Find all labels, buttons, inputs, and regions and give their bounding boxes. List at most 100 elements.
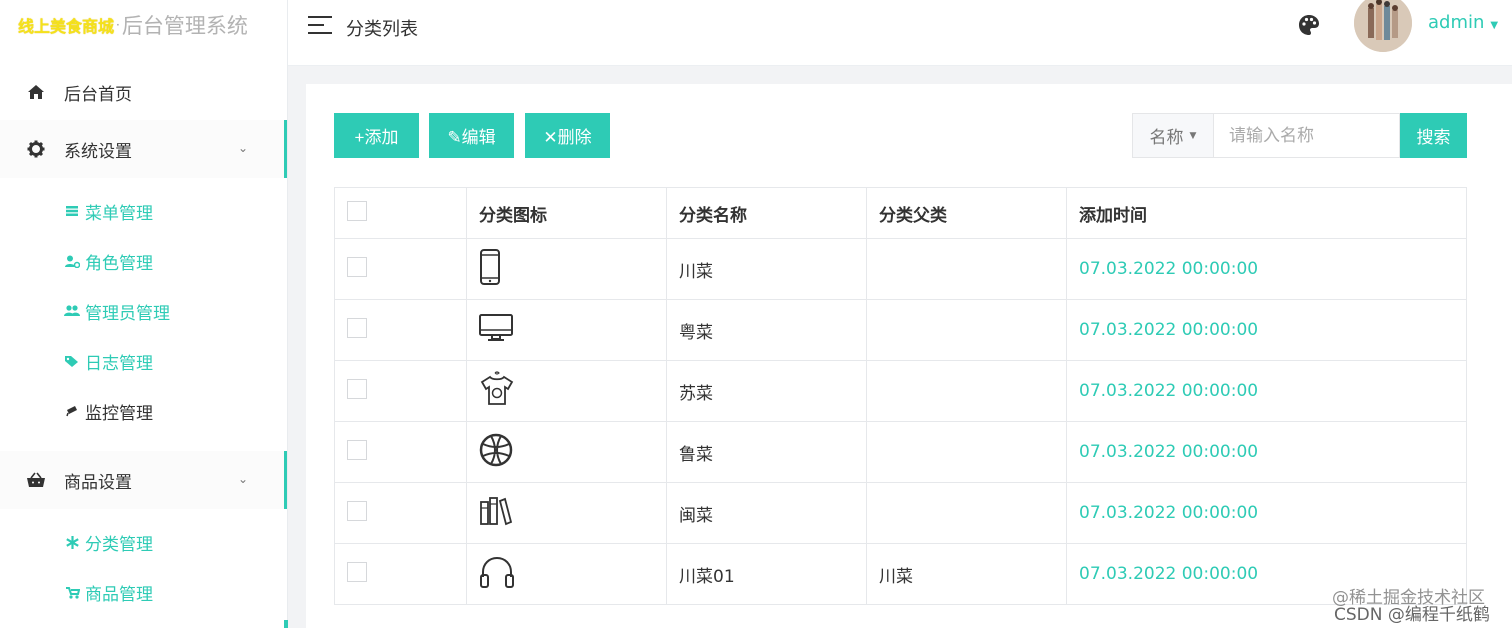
sidebar: 线上美食商城 · 后台管理系统 后台首页 系统设置 ⌄ 菜单管理 角色管理 管理…: [0, 0, 288, 628]
row-checkbox[interactable]: [347, 317, 367, 338]
sidebar-item-logs[interactable]: 日志管理: [0, 336, 287, 386]
added-time: 07.03.2022 00:00:00: [1066, 482, 1467, 544]
table-row[interactable]: 苏菜 07.03.2022 00:00:00: [334, 360, 1467, 422]
shirt-icon: [479, 370, 515, 412]
category-parent: [866, 299, 1067, 361]
select-all-cell: [334, 187, 467, 239]
home-icon: [26, 82, 46, 102]
sidebar-item-label: 角色管理: [85, 253, 153, 274]
avatar[interactable]: [1354, 0, 1412, 52]
category-parent: [866, 421, 1067, 483]
stroller-icon: [64, 584, 80, 600]
search-bar: 名称 ▼ 搜索: [1132, 113, 1467, 158]
content-card: +添加 ✎编辑 ✕删除 名称 ▼ 搜索 分类图标 分类名称 分类父类 添加时间: [306, 84, 1512, 628]
search-input[interactable]: [1214, 113, 1400, 158]
search-field-label: 名称: [1149, 128, 1184, 148]
watermark-csdn: CSDN @编程千纸鹤: [1334, 605, 1490, 625]
row-select-cell: [334, 238, 467, 300]
caret-down-icon: ▼: [1490, 20, 1499, 31]
search-button[interactable]: 搜索: [1400, 113, 1467, 158]
table-row[interactable]: 川菜 07.03.2022 00:00:00: [334, 238, 1467, 300]
row-select-cell: [334, 482, 467, 544]
category-name: 鲁菜: [666, 421, 867, 483]
added-time: 07.03.2022 00:00:00: [1066, 421, 1467, 483]
added-time: 07.03.2022 00:00:00: [1066, 238, 1467, 300]
monitor-icon: [479, 313, 513, 347]
sidebar-item-home[interactable]: 后台首页: [0, 64, 287, 120]
basketball-icon: [479, 433, 513, 472]
row-checkbox[interactable]: [347, 561, 367, 582]
table-row[interactable]: 鲁菜 07.03.2022 00:00:00: [334, 421, 1467, 483]
sidebar-item-role[interactable]: 角色管理: [0, 236, 287, 286]
logo[interactable]: 线上美食商城 · 后台管理系统: [0, 0, 287, 50]
asterisk-icon: [64, 534, 80, 550]
category-icon-cell: [466, 543, 667, 605]
headphones-icon: [479, 556, 515, 594]
camera-icon: [64, 403, 80, 419]
table-row[interactable]: 川菜01 川菜 07.03.2022 00:00:00: [334, 543, 1467, 605]
list-icon: [64, 203, 80, 219]
sidebar-item-category[interactable]: 分类管理: [0, 517, 287, 567]
sidebar-item-label: 商品管理: [85, 584, 153, 605]
sidebar-item-label: 菜单管理: [85, 203, 153, 224]
category-name: 苏菜: [666, 360, 867, 422]
select-all-checkbox[interactable]: [347, 200, 367, 221]
row-select-cell: [334, 421, 467, 483]
row-select-cell: [334, 543, 467, 605]
sidebar-item-menu[interactable]: 菜单管理: [0, 186, 287, 236]
category-icon-cell: [466, 299, 667, 361]
sidebar-item-monitor[interactable]: 监控管理: [0, 386, 287, 436]
logo-system-name: 后台管理系统: [121, 14, 248, 38]
column-header[interactable]: 分类父类: [866, 187, 1067, 239]
category-parent: [866, 238, 1067, 300]
sidebar-item-goods[interactable]: 商品管理: [0, 567, 287, 617]
tags-icon: [64, 353, 80, 369]
user-gear-icon: [64, 253, 80, 269]
category-table: 分类图标 分类名称 分类父类 添加时间 川菜 07.03.2022 00:00:…: [334, 187, 1467, 605]
top-header: 分类列表 admin ▼: [288, 0, 1512, 66]
added-time: 07.03.2022 00:00:00: [1066, 360, 1467, 422]
category-parent: [866, 360, 1067, 422]
chevron-down-icon: ⌄: [237, 472, 248, 486]
add-button[interactable]: +添加: [334, 113, 419, 158]
category-name: 粤菜: [666, 299, 867, 361]
menu-toggle-icon[interactable]: [308, 16, 332, 36]
table-row[interactable]: 闽菜 07.03.2022 00:00:00: [334, 482, 1467, 544]
phone-icon: [479, 248, 501, 290]
delete-button[interactable]: ✕删除: [525, 113, 610, 158]
row-checkbox[interactable]: [347, 378, 367, 399]
books-icon: [479, 496, 513, 531]
palette-icon[interactable]: [1298, 14, 1322, 38]
category-name: 闽菜: [666, 482, 867, 544]
category-icon-cell: [466, 482, 667, 544]
search-field-select[interactable]: 名称 ▼: [1132, 113, 1214, 158]
sidebar-item-label: 分类管理: [85, 534, 153, 555]
row-checkbox[interactable]: [347, 439, 367, 460]
users-icon: [64, 303, 80, 319]
user-menu[interactable]: admin ▼: [1428, 12, 1498, 33]
category-icon-cell: [466, 238, 667, 300]
breadcrumb: 分类列表: [346, 19, 418, 40]
category-icon-cell: [466, 421, 667, 483]
sidebar-group-system[interactable]: 系统设置 ⌄: [0, 120, 287, 178]
sidebar-group-label: 商品设置: [64, 472, 132, 493]
row-select-cell: [334, 360, 467, 422]
sidebar-item-admins[interactable]: 管理员管理: [0, 286, 287, 336]
sidebar-item-label: 管理员管理: [85, 303, 170, 324]
logo-separator: ·: [116, 18, 120, 32]
row-select-cell: [334, 299, 467, 361]
sidebar-group-goods[interactable]: 商品设置 ⌄: [0, 451, 287, 509]
column-header[interactable]: 分类图标: [466, 187, 667, 239]
category-parent: [866, 482, 1067, 544]
sidebar-scroll-indicator: [284, 620, 288, 628]
table-row[interactable]: 粤菜 07.03.2022 00:00:00: [334, 299, 1467, 361]
gear-icon: [26, 139, 46, 159]
column-header[interactable]: 分类名称: [666, 187, 867, 239]
basket-icon: [26, 470, 46, 490]
table-header-row: 分类图标 分类名称 分类父类 添加时间: [334, 187, 1467, 239]
row-checkbox[interactable]: [347, 256, 367, 277]
row-checkbox[interactable]: [347, 500, 367, 521]
column-header[interactable]: 添加时间: [1066, 187, 1467, 239]
edit-button[interactable]: ✎编辑: [429, 113, 514, 158]
sidebar-item-label: 监控管理: [85, 403, 153, 424]
